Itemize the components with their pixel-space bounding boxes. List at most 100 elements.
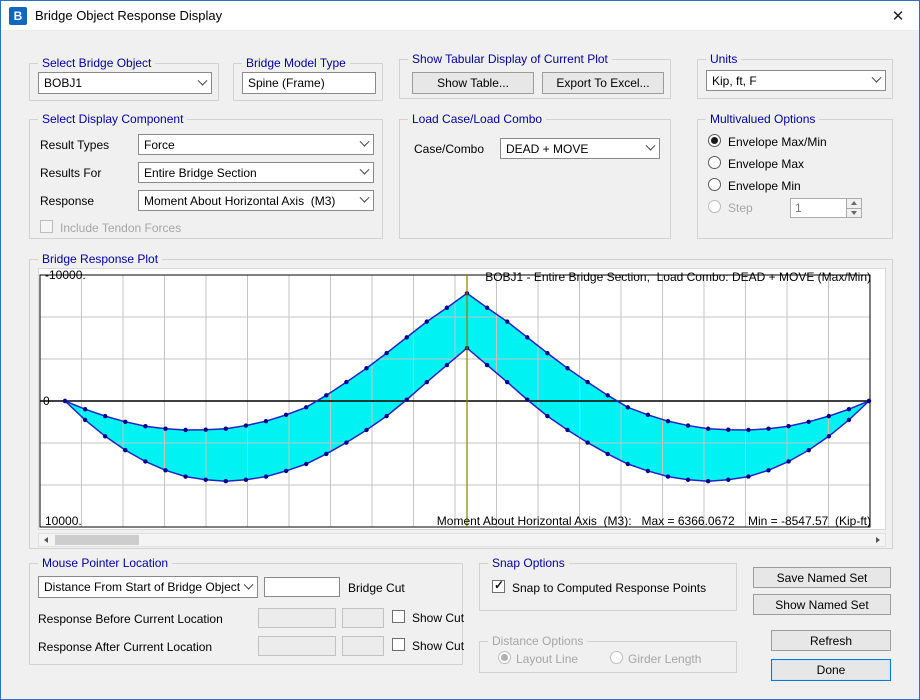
bridge-cut-input[interactable] (264, 577, 340, 597)
group-response-plot: Bridge Response Plot BOBJ1 - Entire Brid… (29, 259, 893, 549)
spinner-up-icon (847, 199, 861, 208)
dialog: B Bridge Object Response Display ✕ Selec… (0, 0, 920, 700)
bridge-object-value: BOBJ1 (44, 76, 82, 90)
group-mouse-pointer: Mouse Pointer Location Distance From Sta… (29, 563, 463, 665)
radio-envelope-max[interactable] (708, 156, 721, 169)
show-cut-after-label[interactable]: Show Cut (412, 639, 464, 653)
plot-header: BOBJ1 - Entire Bridge Section, Load Comb… (485, 271, 871, 284)
response-point (284, 469, 288, 473)
response-point (244, 478, 248, 482)
response-point (344, 440, 348, 444)
response-point (686, 423, 690, 427)
scroll-left-arrow[interactable] (39, 534, 53, 546)
response-point (445, 363, 449, 367)
response-point (163, 468, 167, 472)
response-point (485, 306, 489, 310)
results-for-combo[interactable]: Entire Bridge Section (138, 162, 374, 183)
show-cut-before-checkbox[interactable] (392, 610, 405, 623)
response-point (847, 418, 851, 422)
envelope-max-label[interactable]: Envelope Max (728, 157, 804, 171)
case-combo-label: Case/Combo (414, 142, 484, 156)
response-point (183, 474, 187, 478)
show-table-button[interactable]: Show Table... (412, 72, 534, 94)
plot-footer: Moment About Horizontal Axis (M3): Max =… (437, 515, 871, 528)
after-value-input-1 (258, 636, 336, 656)
group-snap-options: Snap Options Snap to Computed Response P… (479, 563, 737, 611)
response-plot-svg[interactable] (39, 269, 885, 529)
response-point (224, 427, 228, 431)
layout-line-label: Layout Line (516, 652, 578, 666)
scroll-right-arrow[interactable] (871, 534, 885, 546)
radio-layout-line (498, 651, 511, 664)
response-point (264, 474, 268, 478)
response-point (505, 380, 509, 384)
step-label: Step (728, 201, 753, 215)
group-title-snap-options: Snap Options (488, 555, 569, 571)
bridge-model-type-field: Spine (Frame) (242, 72, 376, 94)
response-point (163, 427, 167, 431)
response-point (364, 428, 368, 432)
response-point (827, 434, 831, 438)
group-title-response-plot: Bridge Response Plot (38, 251, 162, 267)
export-excel-button[interactable]: Export To Excel... (542, 72, 664, 94)
after-value-input-2 (342, 636, 384, 656)
show-named-set-button[interactable]: Show Named Set (753, 594, 891, 615)
chevron-down-icon (198, 75, 208, 85)
response-point (827, 414, 831, 418)
units-combo[interactable]: Kip, ft, F (706, 70, 886, 91)
response-combo[interactable]: Moment About Horizontal Axis (M3) (138, 190, 374, 211)
response-point (143, 459, 147, 463)
response-point (143, 424, 147, 428)
response-point (264, 419, 268, 423)
group-title-bridge-model-type: Bridge Model Type (242, 55, 350, 71)
response-point (807, 420, 811, 424)
include-tendon-label: Include Tendon Forces (60, 221, 181, 235)
response-point (626, 462, 630, 466)
response-point (123, 448, 127, 452)
response-point (83, 418, 87, 422)
chevron-down-icon (360, 193, 370, 203)
result-types-combo[interactable]: Force (138, 134, 374, 155)
response-point (525, 398, 529, 402)
show-cut-after-checkbox[interactable] (392, 638, 405, 651)
response-point (485, 363, 489, 367)
bridge-object-combo[interactable]: BOBJ1 (38, 72, 212, 94)
response-point (766, 468, 770, 472)
pointer-mode-combo[interactable]: Distance From Start of Bridge Object (38, 576, 258, 598)
snap-checkbox[interactable] (492, 580, 505, 593)
close-button[interactable]: ✕ (885, 4, 911, 28)
plot-scrollbar[interactable] (38, 533, 886, 547)
show-cut-before-label[interactable]: Show Cut (412, 611, 464, 625)
y-axis-label-top: -10000. (45, 269, 86, 282)
radio-envelope-min[interactable] (708, 178, 721, 191)
include-tendon-checkbox (40, 220, 53, 233)
response-point (425, 319, 429, 323)
bridge-cut-label: Bridge Cut (348, 581, 405, 595)
response-point (565, 428, 569, 432)
done-button[interactable]: Done (771, 659, 891, 681)
result-types-label: Result Types (40, 138, 109, 152)
response-point (606, 393, 610, 397)
before-value-input-1 (258, 608, 336, 628)
response-point (324, 393, 328, 397)
snap-label[interactable]: Snap to Computed Response Points (512, 581, 706, 595)
save-named-set-button[interactable]: Save Named Set (753, 567, 891, 588)
scroll-thumb[interactable] (55, 535, 139, 545)
response-point (324, 452, 328, 456)
response-point (204, 478, 208, 482)
group-tabular-display: Show Tabular Display of Current Plot Sho… (399, 59, 671, 99)
response-point (646, 413, 650, 417)
envelope-min-label[interactable]: Envelope Min (728, 179, 801, 193)
response-point (746, 474, 750, 478)
load-case-combo[interactable]: DEAD + MOVE (500, 138, 660, 159)
response-point (525, 335, 529, 339)
chevron-down-icon (646, 141, 656, 151)
step-value: 1 (791, 199, 846, 217)
radio-envelope-max-min[interactable] (708, 134, 721, 147)
response-point (384, 351, 388, 355)
envelope-max-min-label[interactable]: Envelope Max/Min (728, 135, 827, 149)
plot-panel[interactable]: BOBJ1 - Entire Bridge Section, Load Comb… (38, 268, 886, 530)
refresh-button[interactable]: Refresh (771, 630, 891, 651)
response-point (103, 414, 107, 418)
response-point (183, 428, 187, 432)
